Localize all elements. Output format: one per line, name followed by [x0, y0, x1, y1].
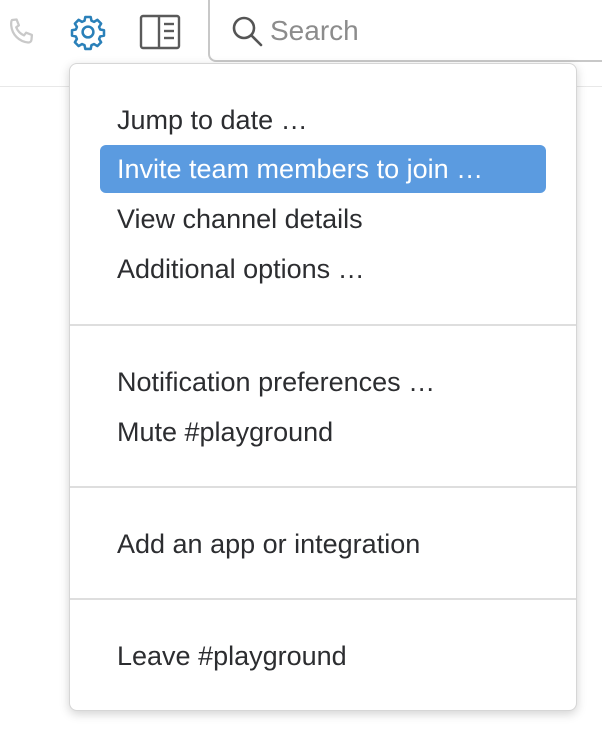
gear-icon[interactable]: [66, 10, 110, 54]
menu-item-view-channel-details[interactable]: View channel details: [100, 195, 546, 243]
menu-item-jump-to-date[interactable]: Jump to date …: [100, 96, 546, 144]
phone-icon[interactable]: [2, 12, 42, 52]
menu-divider: [70, 324, 576, 326]
panel-toggle-icon[interactable]: [138, 12, 182, 52]
menu-divider: [70, 598, 576, 600]
menu-item-add-app[interactable]: Add an app or integration: [100, 520, 546, 568]
menu-item-additional-options[interactable]: Additional options …: [100, 245, 546, 293]
menu-divider: [70, 486, 576, 488]
search-icon: [230, 14, 264, 48]
page: Jump to date … Invite team members to jo…: [0, 0, 602, 730]
channel-settings-menu: Jump to date … Invite team members to jo…: [69, 63, 577, 711]
menu-item-mute-channel[interactable]: Mute #playground: [100, 408, 546, 456]
menu-item-invite-team-members[interactable]: Invite team members to join …: [100, 145, 546, 193]
search-box[interactable]: [208, 0, 602, 62]
menu-item-notification-preferences[interactable]: Notification preferences …: [100, 358, 546, 406]
menu-item-leave-channel[interactable]: Leave #playground: [100, 632, 546, 680]
search-input[interactable]: [270, 10, 590, 52]
